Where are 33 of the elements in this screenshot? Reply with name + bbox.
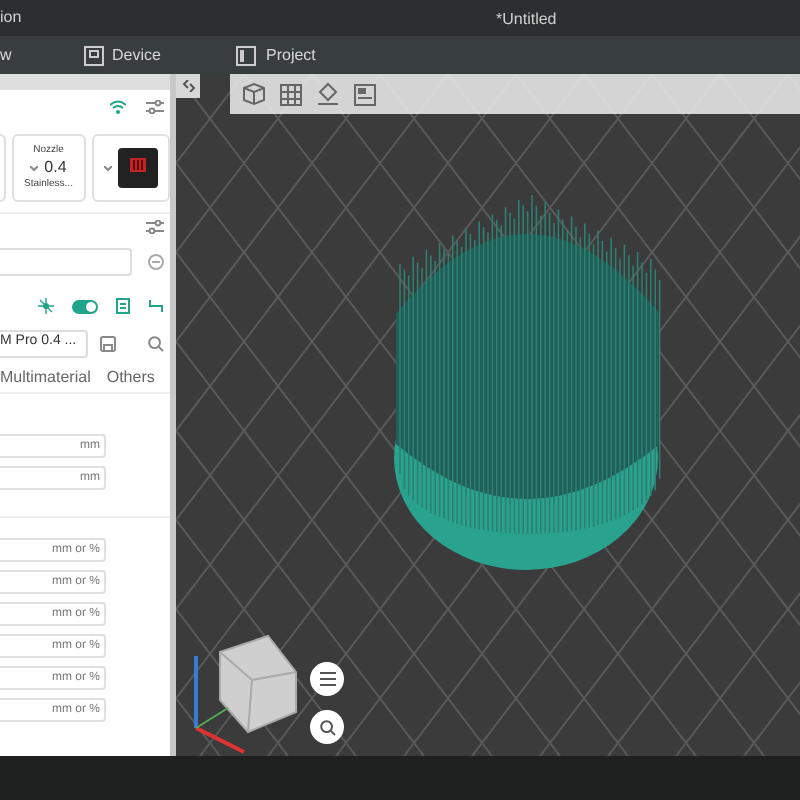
grid-icon[interactable]	[280, 83, 302, 105]
monitor-icon	[84, 45, 104, 65]
caret-icon	[103, 165, 112, 171]
menu-icon	[319, 672, 335, 686]
toggle-switch[interactable]	[72, 299, 98, 313]
remove-icon[interactable]	[148, 254, 164, 270]
app-title: ion	[0, 6, 22, 30]
save-icon[interactable]	[100, 335, 116, 351]
settings-icon[interactable]	[146, 220, 164, 234]
menu-tab[interactable]: w	[0, 36, 12, 74]
printer-icon	[117, 148, 158, 188]
model-drawing[interactable]	[394, 194, 661, 570]
wifi-icon[interactable]	[110, 99, 126, 113]
menu-tab[interactable]: Device	[84, 36, 161, 74]
layout-icon[interactable]	[354, 83, 376, 105]
search-icon[interactable]	[148, 335, 164, 351]
printer-card[interactable]	[91, 134, 170, 202]
document-icon[interactable]	[116, 298, 130, 314]
cube-icon[interactable]	[242, 82, 266, 106]
collapse-button[interactable]	[176, 74, 200, 98]
settings-icon[interactable]	[146, 99, 164, 113]
search-icon	[319, 719, 335, 735]
menu-button[interactable]	[310, 662, 344, 696]
input-field[interactable]	[0, 248, 132, 276]
window-title: *Untitled	[496, 8, 557, 32]
caret-icon	[30, 165, 39, 171]
menu-tab[interactable]: Project	[236, 36, 316, 74]
expand-icon	[181, 80, 195, 92]
search-button[interactable]	[310, 710, 344, 744]
settings-tab[interactable]: Multimaterial	[0, 365, 91, 389]
settings-tab[interactable]: Others	[106, 365, 155, 389]
panel-icon	[236, 45, 256, 65]
nodes-icon[interactable]	[38, 298, 54, 314]
